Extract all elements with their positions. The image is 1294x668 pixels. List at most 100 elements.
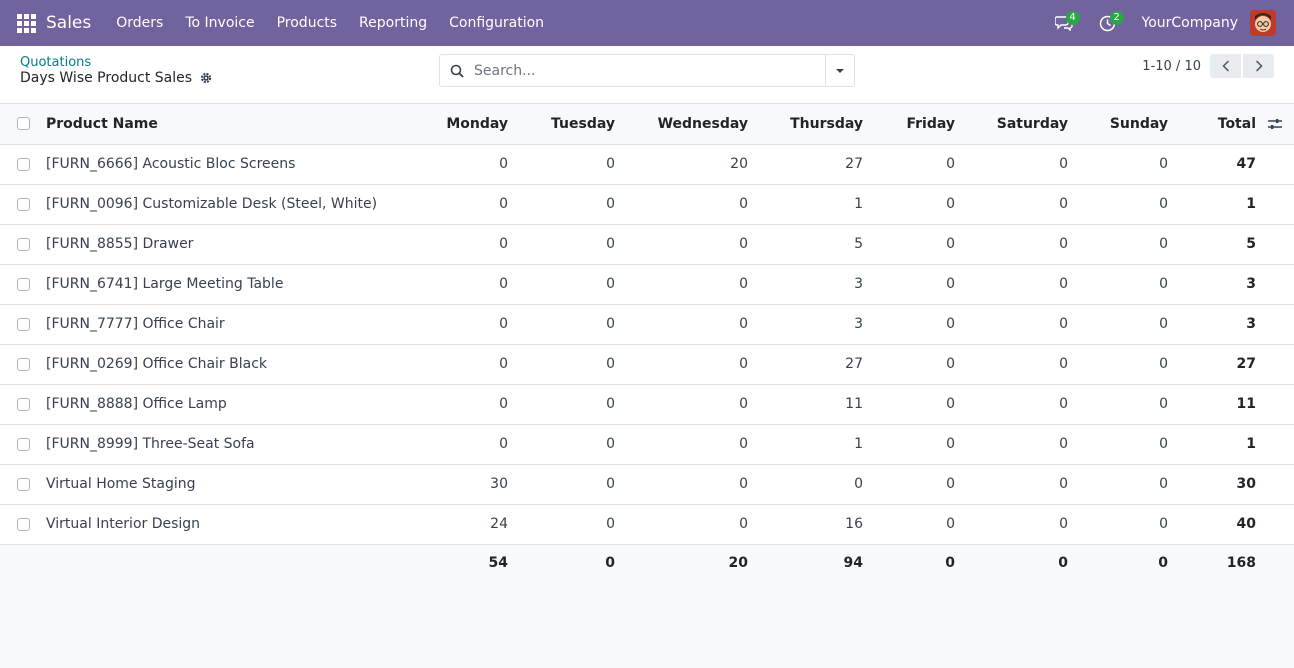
apps-menu-icon[interactable] <box>0 0 52 46</box>
product-name-cell[interactable]: [FURN_7777] Office Chair <box>46 304 408 345</box>
tuesday-cell[interactable]: 0 <box>508 224 615 265</box>
company-switcher[interactable]: YourCompany <box>1142 15 1239 31</box>
wednesday-cell[interactable]: 0 <box>615 464 748 505</box>
tuesday-cell[interactable]: 0 <box>508 344 615 385</box>
friday-cell[interactable]: 0 <box>863 384 955 425</box>
thursday-cell[interactable]: 1 <box>748 184 863 225</box>
friday-cell[interactable]: 0 <box>863 224 955 265</box>
thursday-cell[interactable]: 27 <box>748 344 863 385</box>
saturday-cell[interactable]: 0 <box>955 384 1068 425</box>
sunday-cell[interactable]: 0 <box>1068 224 1168 265</box>
product-name-cell[interactable]: Virtual Interior Design <box>46 504 408 545</box>
sunday-cell[interactable]: 0 <box>1068 304 1168 345</box>
search-input[interactable] <box>474 55 825 86</box>
saturday-cell[interactable]: 0 <box>955 344 1068 385</box>
sunday-cell[interactable]: 0 <box>1068 184 1168 225</box>
friday-cell[interactable]: 0 <box>863 144 955 185</box>
friday-cell[interactable]: 0 <box>863 504 955 545</box>
table-row[interactable]: [FURN_8888] Office Lamp 0 0 0 11 0 0 0 11 <box>0 384 1294 425</box>
friday-cell[interactable]: 0 <box>863 264 955 305</box>
table-row[interactable]: Virtual Home Staging 30 0 0 0 0 0 0 30 <box>0 464 1294 505</box>
monday-cell[interactable]: 0 <box>408 264 508 305</box>
search-options-toggle[interactable] <box>825 55 854 86</box>
friday-cell[interactable]: 0 <box>863 424 955 465</box>
row-checkbox[interactable] <box>16 157 30 171</box>
wednesday-cell[interactable]: 0 <box>615 384 748 425</box>
tuesday-cell[interactable]: 0 <box>508 144 615 185</box>
saturday-cell[interactable]: 0 <box>955 224 1068 265</box>
tuesday-cell[interactable]: 0 <box>508 304 615 345</box>
table-row[interactable]: [FURN_6741] Large Meeting Table 0 0 0 3 0 0 0 3 <box>0 264 1294 305</box>
row-checkbox[interactable] <box>16 197 30 211</box>
thursday-cell[interactable]: 16 <box>748 504 863 545</box>
pager-next-button[interactable] <box>1243 54 1274 78</box>
tuesday-cell[interactable]: 0 <box>508 384 615 425</box>
sunday-cell[interactable]: 0 <box>1068 464 1168 505</box>
thursday-cell[interactable]: 0 <box>748 464 863 505</box>
column-header-total[interactable]: Total <box>1168 104 1256 145</box>
thursday-cell[interactable]: 1 <box>748 424 863 465</box>
product-name-cell[interactable]: [FURN_8855] Drawer <box>46 224 408 265</box>
tuesday-cell[interactable]: 0 <box>508 184 615 225</box>
friday-cell[interactable]: 0 <box>863 344 955 385</box>
total-cell[interactable]: 11 <box>1168 384 1256 425</box>
sunday-cell[interactable]: 0 <box>1068 424 1168 465</box>
column-header-saturday[interactable]: Saturday <box>955 104 1068 145</box>
product-name-cell[interactable]: Virtual Home Staging <box>46 464 408 505</box>
tuesday-cell[interactable]: 0 <box>508 424 615 465</box>
messages-button[interactable]: 4 <box>1046 0 1082 46</box>
column-header-friday[interactable]: Friday <box>863 104 955 145</box>
column-header-wednesday[interactable]: Wednesday <box>615 104 748 145</box>
column-header-tuesday[interactable]: Tuesday <box>508 104 615 145</box>
row-checkbox[interactable] <box>16 277 30 291</box>
app-brand[interactable]: Sales <box>46 13 91 33</box>
tuesday-cell[interactable]: 0 <box>508 504 615 545</box>
table-row[interactable]: [FURN_6666] Acoustic Bloc Screens 0 0 20 27 0… <box>0 144 1294 185</box>
sunday-cell[interactable]: 0 <box>1068 144 1168 185</box>
total-cell[interactable]: 1 <box>1168 184 1256 225</box>
column-header-thursday[interactable]: Thursday <box>748 104 863 145</box>
menu-configuration[interactable]: Configuration <box>438 0 555 46</box>
thursday-cell[interactable]: 5 <box>748 224 863 265</box>
row-checkbox[interactable] <box>16 437 30 451</box>
wednesday-cell[interactable]: 0 <box>615 504 748 545</box>
saturday-cell[interactable]: 0 <box>955 424 1068 465</box>
column-header-product[interactable]: Product Name <box>46 104 408 145</box>
saturday-cell[interactable]: 0 <box>955 264 1068 305</box>
sunday-cell[interactable]: 0 <box>1068 384 1168 425</box>
menu-to-invoice[interactable]: To Invoice <box>174 0 265 46</box>
saturday-cell[interactable]: 0 <box>955 464 1068 505</box>
product-name-cell[interactable]: [FURN_8888] Office Lamp <box>46 384 408 425</box>
product-name-cell[interactable]: [FURN_0269] Office Chair Black <box>46 344 408 385</box>
user-avatar[interactable] <box>1250 10 1276 36</box>
tuesday-cell[interactable]: 0 <box>508 264 615 305</box>
total-cell[interactable]: 30 <box>1168 464 1256 505</box>
wednesday-cell[interactable]: 0 <box>615 304 748 345</box>
saturday-cell[interactable]: 0 <box>955 304 1068 345</box>
row-checkbox[interactable] <box>16 317 30 331</box>
wednesday-cell[interactable]: 0 <box>615 224 748 265</box>
total-cell[interactable]: 27 <box>1168 344 1256 385</box>
table-row[interactable]: [FURN_8999] Three-Seat Sofa 0 0 0 1 0 0 0 1 <box>0 424 1294 465</box>
thursday-cell[interactable]: 3 <box>748 264 863 305</box>
row-checkbox[interactable] <box>16 517 30 531</box>
saturday-cell[interactable]: 0 <box>955 504 1068 545</box>
column-header-sunday[interactable]: Sunday <box>1068 104 1168 145</box>
monday-cell[interactable]: 0 <box>408 344 508 385</box>
pager-value[interactable]: 1-10 / 10 <box>1142 59 1201 74</box>
monday-cell[interactable]: 0 <box>408 384 508 425</box>
select-all-checkbox[interactable] <box>16 117 30 131</box>
row-checkbox[interactable] <box>16 477 30 491</box>
product-name-cell[interactable]: [FURN_0096] Customizable Desk (Steel, Wh… <box>46 184 408 225</box>
column-header-monday[interactable]: Monday <box>408 104 508 145</box>
wednesday-cell[interactable]: 0 <box>615 184 748 225</box>
monday-cell[interactable]: 0 <box>408 224 508 265</box>
table-row[interactable]: [FURN_8855] Drawer 0 0 0 5 0 0 0 5 <box>0 224 1294 265</box>
optional-columns-toggle[interactable] <box>1256 104 1294 145</box>
table-row[interactable]: [FURN_0269] Office Chair Black 0 0 0 27 0 0 0 27 <box>0 344 1294 385</box>
row-checkbox[interactable] <box>16 397 30 411</box>
monday-cell[interactable]: 30 <box>408 464 508 505</box>
sunday-cell[interactable]: 0 <box>1068 504 1168 545</box>
total-cell[interactable]: 40 <box>1168 504 1256 545</box>
menu-orders[interactable]: Orders <box>105 0 174 46</box>
